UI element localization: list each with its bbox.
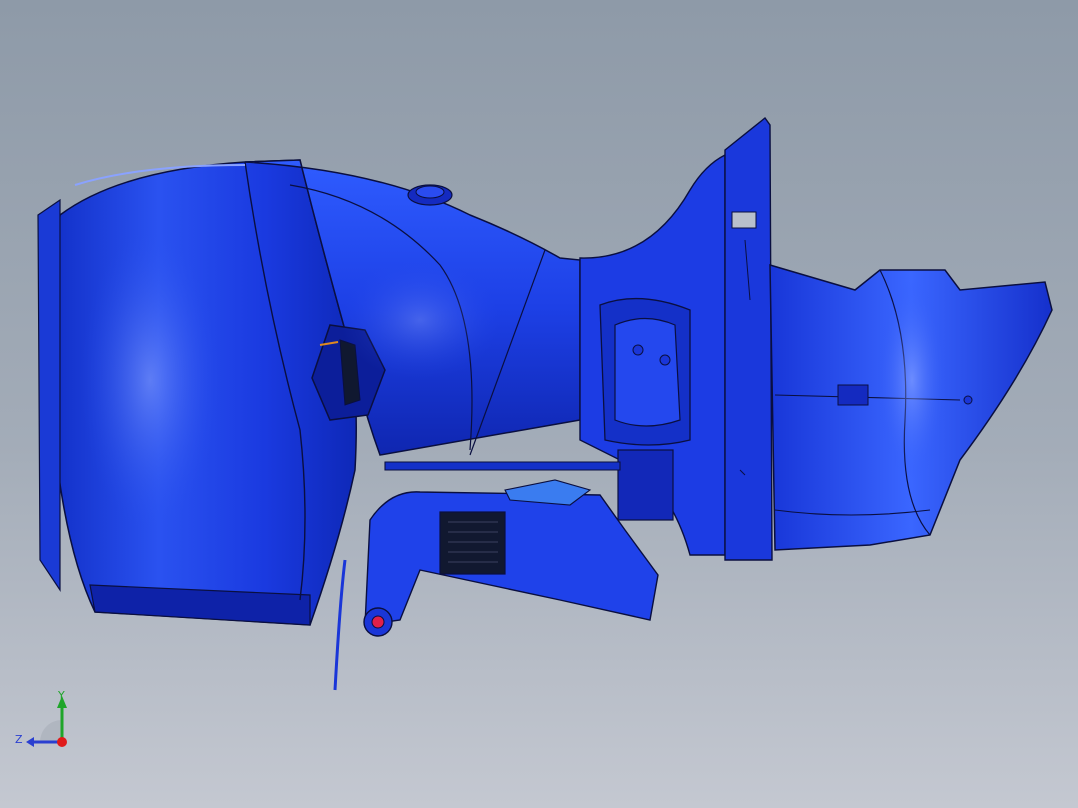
graphics-viewport[interactable]: Y Z: [0, 0, 1078, 808]
engine-lower-unit[interactable]: [769, 263, 1053, 551]
view-orientation-triad[interactable]: Y Z: [0, 680, 90, 760]
triad-graphic: [26, 696, 67, 747]
outboard-engine-model[interactable]: [0, 0, 1078, 808]
cooling-vent-grille: [439, 511, 506, 575]
engine-mid-bracket[interactable]: [579, 153, 726, 556]
y-axis-label: Y: [58, 689, 65, 702]
lower-cowl-bracket[interactable]: [333, 461, 659, 691]
transom-clamp[interactable]: [724, 116, 773, 561]
tiller-cable: [333, 559, 347, 691]
z-axis-label: Z: [15, 733, 23, 746]
engine-cowling[interactable]: [37, 159, 357, 626]
